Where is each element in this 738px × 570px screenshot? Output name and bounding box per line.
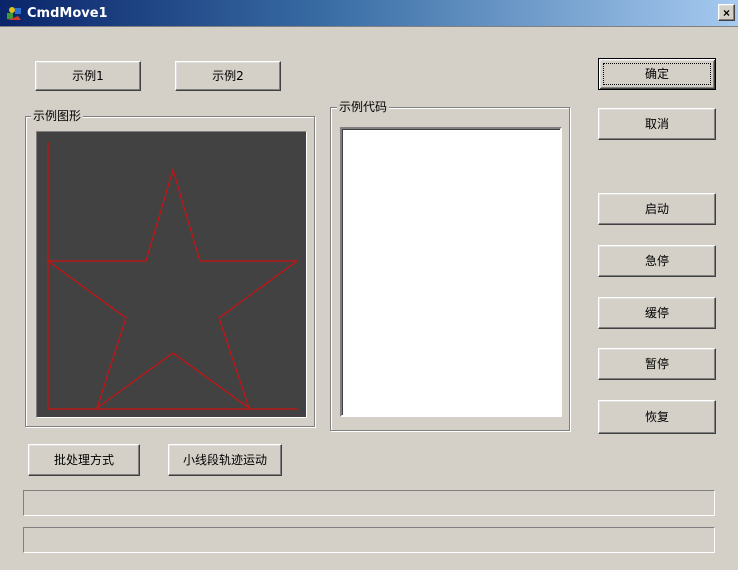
close-button[interactable]: × [718, 4, 735, 21]
start-button[interactable]: 启动 [598, 193, 716, 225]
focus-rect [603, 63, 711, 85]
cancel-button[interactable]: 取消 [598, 108, 716, 140]
window-title: CmdMove1 [27, 6, 108, 21]
figure-canvas [36, 131, 307, 418]
code-textbox[interactable] [340, 127, 562, 417]
status-bar-1 [23, 490, 715, 516]
title-bar[interactable]: CmdMove1 × [0, 0, 738, 27]
example-code-label: 示例代码 [337, 100, 390, 114]
example2-button[interactable]: 示例2 [175, 61, 281, 91]
close-icon: × [722, 5, 730, 20]
batch-mode-button[interactable]: 批处理方式 [28, 444, 140, 476]
resume-button[interactable]: 恢复 [598, 400, 716, 434]
example-figure-label: 示例图形 [31, 109, 84, 123]
ok-button[interactable]: 确定 [598, 58, 716, 90]
example1-button[interactable]: 示例1 [35, 61, 141, 91]
star-plot [46, 142, 299, 410]
app-icon [7, 7, 21, 20]
star-shape [46, 167, 299, 410]
pause-button[interactable]: 暂停 [598, 348, 716, 380]
slow-stop-button[interactable]: 缓停 [598, 297, 716, 329]
small-segment-motion-button[interactable]: 小线段轨迹运动 [168, 444, 282, 476]
emergency-stop-button[interactable]: 急停 [598, 245, 716, 277]
status-bar-2 [23, 527, 715, 553]
